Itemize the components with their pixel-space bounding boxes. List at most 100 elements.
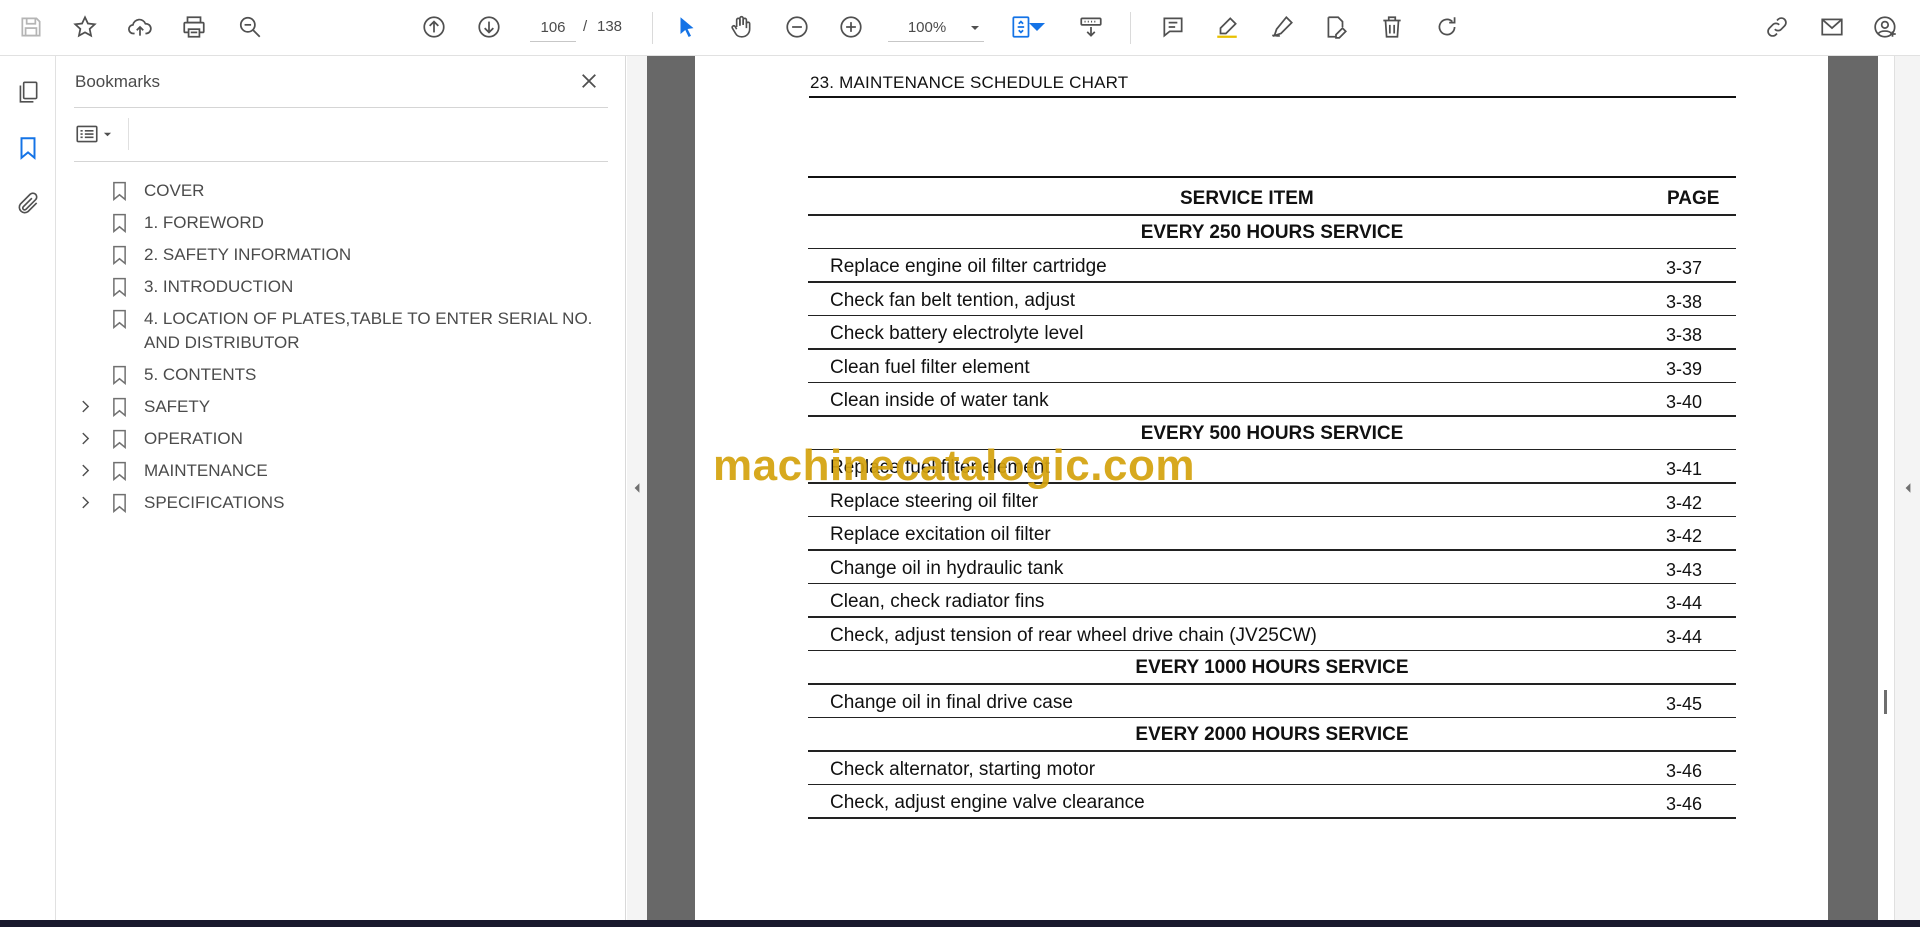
service-item: Change oil in final drive case: [830, 691, 1073, 713]
page-ref: 3-38: [1666, 291, 1703, 312]
bookmark-panel-icon[interactable]: [12, 132, 44, 164]
zoom-out-icon[interactable]: [780, 10, 814, 44]
star-icon[interactable]: [68, 10, 102, 44]
top-toolbar: / 138 100%: [0, 0, 1920, 56]
table-row: Check alternator, starting motor 3-46: [808, 752, 1738, 784]
table-row: Replace engine oil filter cartridge 3-37: [808, 249, 1738, 281]
heading-rule: [809, 96, 1736, 98]
bookmark-item[interactable]: SAFETY: [56, 391, 626, 423]
share-link-icon[interactable]: [1760, 10, 1794, 44]
bookmark-item[interactable]: 1. FOREWORD: [56, 207, 626, 239]
bookmark-icon: [104, 211, 134, 235]
page-ref: 3-45: [1666, 693, 1703, 714]
edit-text-icon[interactable]: [1319, 10, 1353, 44]
table-row: Change oil in final drive case 3-45: [808, 685, 1738, 717]
panel-divider: [74, 107, 608, 108]
bookmark-item[interactable]: 5. CONTENTS: [56, 359, 626, 391]
options-divider: [128, 118, 129, 150]
previous-page-icon[interactable]: [417, 10, 451, 44]
page-ref: 3-39: [1666, 358, 1703, 379]
bookmark-label: SAFETY: [144, 397, 211, 416]
page-number-input[interactable]: [530, 14, 576, 42]
next-page-icon[interactable]: [472, 10, 506, 44]
table-row: Check, adjust tension of rear wheel driv…: [808, 618, 1738, 650]
service-item: Check, adjust engine valve clearance: [830, 792, 1145, 813]
table-row: Change oil in hydraulic tank 3-43: [808, 551, 1738, 583]
close-icon[interactable]: [576, 68, 602, 94]
cloud-upload-icon[interactable]: [123, 10, 157, 44]
toolbar-divider: [652, 12, 653, 44]
page-ref: 3-46: [1666, 760, 1703, 781]
page-thumbnails-icon[interactable]: [12, 76, 44, 108]
bookmark-item[interactable]: COVER: [56, 175, 626, 207]
bookmark-item[interactable]: 2. SAFETY INFORMATION: [56, 239, 626, 271]
document-page: 23. MAINTENANCE SCHEDULE CHART SERVICE I…: [695, 56, 1828, 920]
delete-icon[interactable]: [1375, 10, 1409, 44]
page-separator: /: [583, 18, 588, 35]
zoom-dropdown[interactable]: 100%: [888, 14, 984, 42]
page-ref: 3-41: [1666, 459, 1703, 479]
draw-pen-icon[interactable]: [1265, 10, 1299, 44]
save-icon[interactable]: [14, 10, 48, 44]
bookmark-item[interactable]: SPECIFICATIONS: [56, 487, 626, 519]
table-row: Check, adjust engine valve clearance 3-46: [808, 785, 1738, 817]
page-ref: 3-44: [1666, 626, 1703, 647]
zoom-in-icon[interactable]: [834, 10, 868, 44]
bookmark-label: MAINTENANCE: [144, 461, 268, 480]
service-item: Change oil in hydraulic tank: [830, 557, 1064, 579]
section-header: EVERY 250 HOURS SERVICE: [808, 216, 1738, 248]
attachment-icon[interactable]: [12, 188, 44, 220]
section-title: EVERY 1000 HOURS SERVICE: [1135, 657, 1409, 678]
rotate-icon[interactable]: [1430, 10, 1464, 44]
print-icon[interactable]: [177, 10, 211, 44]
chevron-right-icon[interactable]: [56, 459, 96, 481]
page-ref: 3-42: [1666, 526, 1703, 546]
expand-right-pane-button[interactable]: [1900, 470, 1916, 506]
chevron-right-icon[interactable]: [56, 395, 96, 417]
column-header-page: PAGE: [1667, 188, 1720, 209]
fit-dropdown-chevron-icon[interactable]: [1027, 10, 1047, 44]
highlight-icon[interactable]: [1210, 10, 1244, 44]
vertical-scrollbar[interactable]: [1878, 56, 1894, 920]
table-rule: [808, 817, 1736, 819]
zoom-search-icon[interactable]: [233, 10, 267, 44]
scrollbar-handle[interactable]: [1884, 690, 1887, 714]
comment-icon[interactable]: [1156, 10, 1190, 44]
column-header-service-item: SERVICE ITEM: [1180, 188, 1314, 209]
collapse-panel-button[interactable]: [627, 56, 647, 920]
panel-title: Bookmarks: [75, 72, 161, 91]
page-heading: 23. MAINTENANCE SCHEDULE CHART: [810, 73, 1129, 92]
account-icon[interactable]: [1869, 10, 1903, 44]
zoom-value: 100%: [907, 19, 947, 36]
service-item: Check fan belt tention, adjust: [830, 289, 1076, 311]
service-item: Check alternator, starting motor: [830, 758, 1096, 780]
bookmark-icon: [104, 307, 134, 331]
section-title: EVERY 2000 HOURS SERVICE: [1135, 724, 1409, 745]
scroll-mode-icon[interactable]: [1074, 10, 1108, 44]
chevron-right-icon[interactable]: [56, 427, 96, 449]
service-item: Replace excitation oil filter: [830, 524, 1051, 545]
email-icon[interactable]: [1815, 10, 1849, 44]
bookmark-item[interactable]: 3. INTRODUCTION: [56, 271, 626, 303]
bookmark-item[interactable]: 4. LOCATION OF PLATES,TABLE TO ENTER SER…: [56, 303, 626, 359]
service-item: Clean, check radiator fins: [830, 591, 1045, 612]
bookmark-item[interactable]: OPERATION: [56, 423, 626, 455]
select-cursor-icon[interactable]: [670, 10, 704, 44]
chevron-right-icon[interactable]: [56, 491, 96, 513]
table-header: SERVICE ITEM PAGE: [808, 178, 1738, 214]
bookmark-options-button[interactable]: [74, 118, 126, 150]
page-gutter-left: [647, 56, 695, 920]
service-item: Replace steering oil filter: [830, 490, 1039, 512]
table-row: Clean, check radiator fins 3-44: [808, 584, 1738, 616]
page-gutter-right: [1828, 56, 1878, 920]
maintenance-schedule-table: SERVICE ITEM PAGE EVERY 250 HOURS SERVIC…: [808, 176, 1738, 819]
triangle-left-icon: [1904, 482, 1912, 494]
hand-tool-icon[interactable]: [724, 10, 758, 44]
toolbar-divider: [1130, 12, 1131, 44]
page-ref: 3-42: [1666, 492, 1703, 513]
bookmark-item[interactable]: MAINTENANCE: [56, 455, 626, 487]
bookmark-icon: [104, 491, 134, 515]
